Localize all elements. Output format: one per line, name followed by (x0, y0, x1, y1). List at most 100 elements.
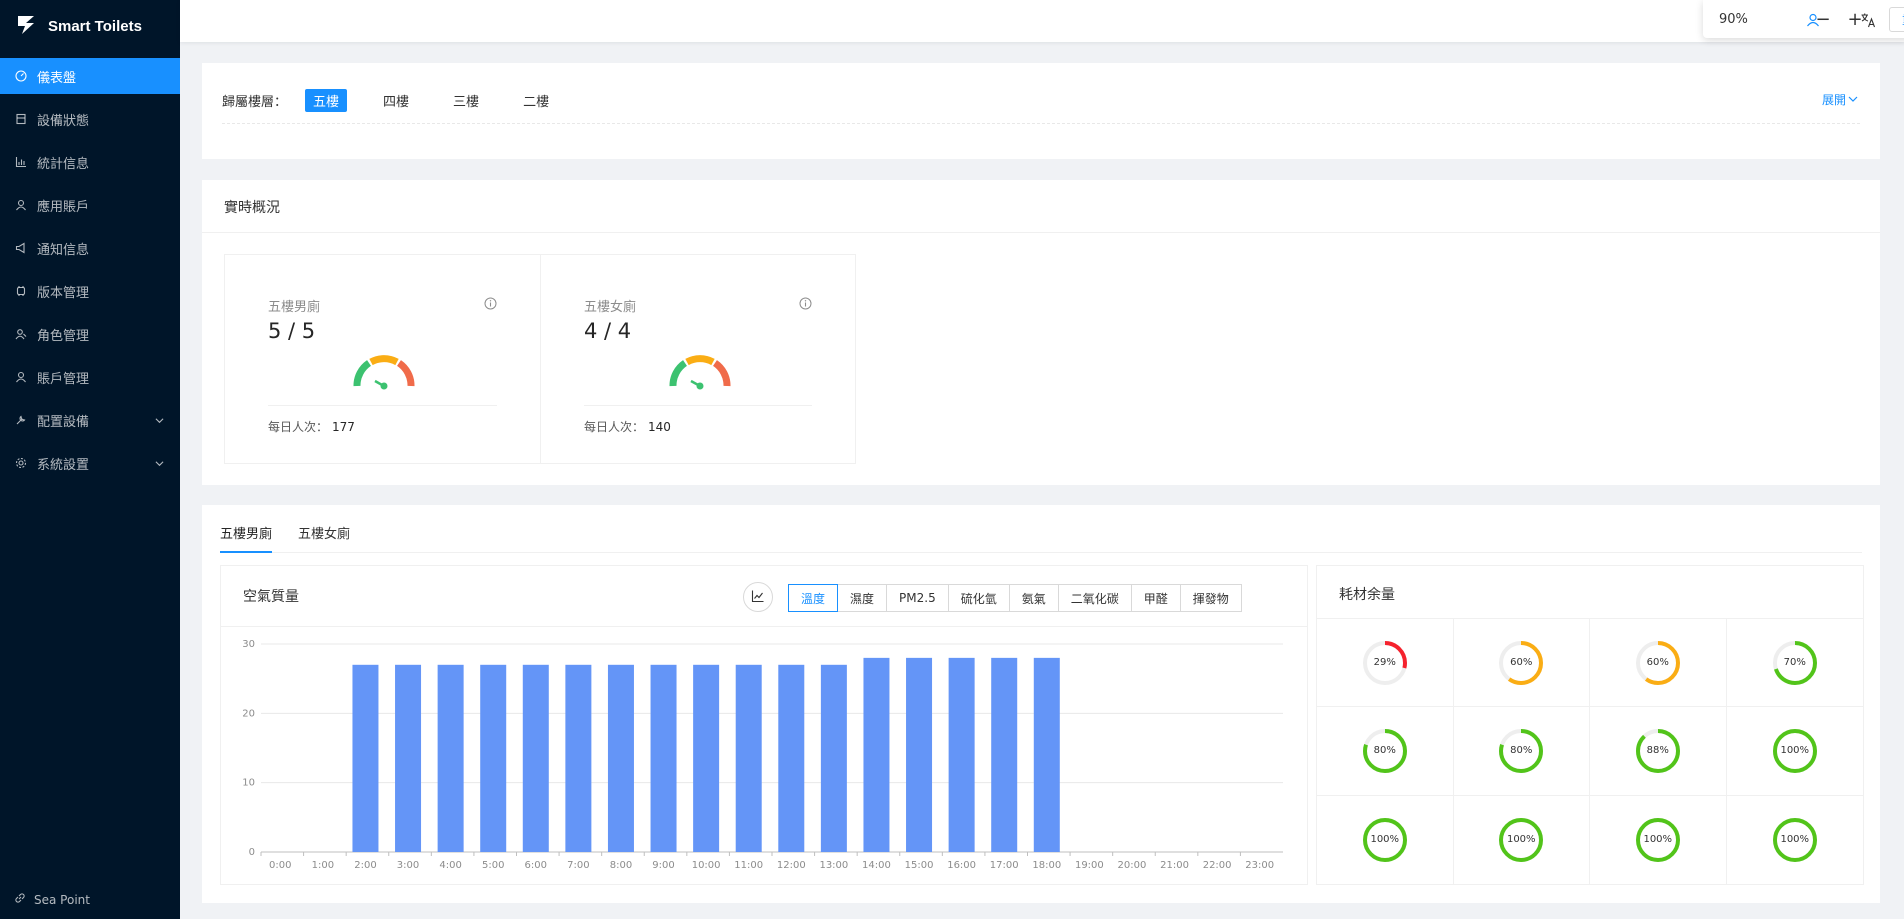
consumable-item: 100% (1727, 796, 1864, 884)
bar[interactable] (693, 664, 720, 852)
top-header: 90% − + 重設 (180, 0, 1904, 42)
metric-button[interactable]: 硫化氫 (947, 584, 1010, 612)
air-quality-panel: 空氣質量 溫度 濕度 PM2.5 硫化氫 氨氣 二氧化碳 甲醛 揮發物 0 10 20 30 0:00… (220, 565, 1308, 885)
sidebar-footer[interactable]: Sea Point (14, 892, 90, 907)
realtime-overview-card: 實時概況 五樓男廁 5 / 5 每日人次： 177 五樓女廁 4 / 4 每日人次： 140 (202, 180, 1880, 485)
stat-occupancy: 5 / 5 (268, 319, 316, 343)
tab-restroom[interactable]: 五樓男廁 (220, 517, 273, 553)
user-icon[interactable] (1805, 12, 1821, 28)
consumable-item: 100% (1454, 795, 1590, 884)
sidebar-item-chart[interactable]: 統計信息 (0, 144, 180, 180)
x-tick-label: 0:00 (269, 860, 291, 871)
sidebar-item-label: 配置設備 (37, 414, 90, 430)
divider (221, 626, 1307, 627)
sidebar-item-notification[interactable]: 通知信息 (0, 230, 180, 266)
progress-ring: 60% (1498, 640, 1544, 686)
chevron-down-icon (155, 457, 164, 472)
progress-ring: 100% (1772, 817, 1818, 863)
bar[interactable] (948, 657, 975, 852)
sidebar-item-user[interactable]: 應用賬戶 (0, 187, 180, 223)
overview-title: 實時概況 (224, 200, 280, 216)
consumable-item: 88% (1590, 707, 1727, 796)
version-icon (15, 285, 27, 297)
x-tick-label: 9:00 (652, 860, 674, 871)
stat-name: 五樓男廁 (268, 300, 321, 315)
x-tick-label: 10:00 (692, 860, 721, 871)
info-icon[interactable] (799, 295, 812, 314)
metric-button[interactable]: 揮發物 (1179, 584, 1242, 612)
x-tick-label: 11:00 (734, 860, 763, 871)
consumable-percent: 29% (1373, 657, 1396, 669)
sidebar-item-label: 賬戶管理 (37, 371, 90, 387)
sidebar-item-config[interactable]: 配置設備 (0, 402, 180, 438)
daily-visits: 每日人次： 177 (268, 418, 355, 435)
x-tick-label: 7:00 (567, 860, 589, 871)
x-tick-label: 5:00 (482, 860, 504, 871)
expand-button[interactable]: 展開 (1822, 91, 1858, 108)
metric-button[interactable]: 濕度 (837, 584, 888, 612)
progress-ring: 100% (1362, 817, 1408, 863)
bar[interactable] (480, 664, 507, 852)
stat-occupancy: 4 / 4 (584, 319, 632, 343)
logo[interactable]: Smart Toilets (0, 0, 180, 52)
consumable-item: 100% (1726, 707, 1863, 796)
zoom-reset-button[interactable]: 重設 (1889, 6, 1904, 32)
bar[interactable] (778, 664, 805, 852)
x-tick-label: 8:00 (610, 860, 632, 871)
translate-icon[interactable] (1860, 12, 1876, 28)
consumable-percent: 100% (1780, 834, 1810, 846)
x-tick-label: 3:00 (397, 860, 419, 871)
divider (202, 232, 1880, 233)
tab-restroom[interactable]: 五樓女廁 (298, 517, 350, 552)
progress-ring: 80% (1362, 728, 1408, 774)
floor-option[interactable]: 五樓 (305, 89, 348, 112)
bar[interactable] (820, 664, 847, 852)
floor-option[interactable]: 二樓 (515, 89, 557, 112)
info-icon[interactable] (484, 295, 497, 314)
y-tick-label: 0 (249, 847, 255, 858)
expand-label: 展開 (1821, 93, 1846, 107)
bar[interactable] (352, 664, 379, 852)
metric-button[interactable]: 氨氣 (1008, 584, 1059, 612)
bar[interactable] (522, 664, 549, 852)
logo-icon (14, 12, 38, 40)
bar[interactable] (906, 657, 933, 852)
metric-button[interactable]: PM2.5 (886, 584, 949, 612)
bar[interactable] (735, 664, 762, 852)
y-tick-label: 30 (242, 639, 255, 650)
metric-button[interactable]: 溫度 (788, 584, 839, 612)
air-quality-bar-chart: 0 10 20 30 0:00 1:00 2:00 3:00 4:00 5:00 6:00 7:00 8… (242, 639, 1283, 871)
bar[interactable] (395, 664, 422, 852)
floor-selector: 歸屬樓層： 五樓 四樓 三樓 二樓 (222, 89, 585, 112)
consumables-panel: 耗材余量 29% 60% 60% 70% 80% 80% 88% 100% 100% 100% 10… (1316, 565, 1864, 885)
sidebar: Smart Toilets 儀表盤設備狀態統計信息應用賬戶通知信息版本管理角色管… (0, 0, 180, 919)
notification-icon (15, 242, 27, 254)
sidebar-item-account[interactable]: 賬戶管理 (0, 359, 180, 395)
role-icon (15, 328, 27, 340)
bar[interactable] (1033, 657, 1060, 852)
bar[interactable] (565, 664, 592, 852)
bar[interactable] (607, 664, 634, 852)
stat-name: 五樓女廁 (584, 300, 637, 315)
bar[interactable] (991, 657, 1018, 852)
chart-type-toggle[interactable] (743, 582, 773, 612)
sidebar-item-dashboard[interactable]: 儀表盤 (0, 58, 180, 94)
settings-icon (15, 457, 27, 469)
air-quality-title: 空氣質量 (243, 589, 299, 605)
config-icon (15, 414, 27, 426)
sidebar-item-role[interactable]: 角色管理 (0, 316, 180, 352)
bar[interactable] (863, 657, 890, 852)
bar[interactable] (650, 664, 677, 852)
floor-option[interactable]: 三樓 (445, 89, 487, 112)
sidebar-item-settings[interactable]: 系統設置 (0, 445, 180, 481)
zoom-level: 90% (1719, 11, 1748, 27)
progress-ring: 88% (1635, 728, 1681, 774)
sidebar-item-device[interactable]: 設備狀態 (0, 101, 180, 137)
bar[interactable] (437, 664, 464, 852)
progress-ring: 100% (1635, 817, 1681, 863)
consumable-item: 60% (1453, 619, 1590, 708)
floor-option[interactable]: 四樓 (375, 89, 417, 112)
sidebar-item-version[interactable]: 版本管理 (0, 273, 180, 309)
metric-button[interactable]: 二氧化碳 (1057, 584, 1132, 612)
metric-button[interactable]: 甲醛 (1130, 584, 1181, 612)
